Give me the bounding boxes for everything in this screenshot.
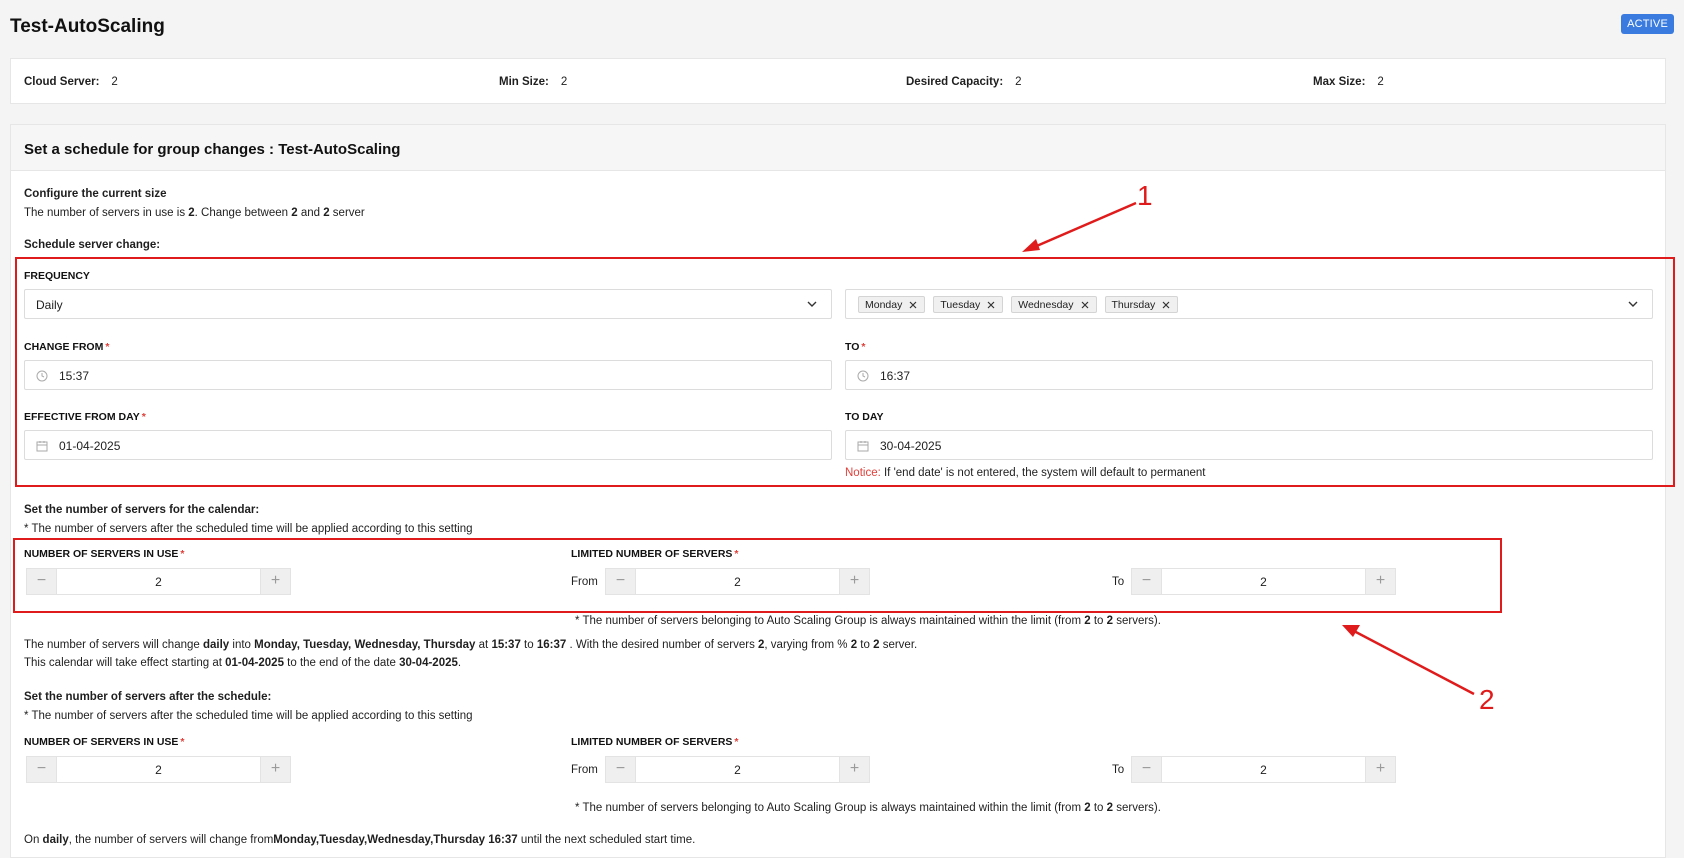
- calendar-note: * The number of servers after the schedu…: [24, 523, 473, 535]
- annotation-label-2: 2: [1479, 684, 1495, 715]
- increment-button[interactable]: +: [260, 756, 291, 783]
- decrement-button[interactable]: −: [26, 756, 57, 783]
- summary-desired-capacity: Desired Capacity: 2: [906, 76, 1022, 88]
- after-summary-line: On daily, the number of servers will cha…: [24, 834, 696, 846]
- after-in-use-label: NUMBER OF SERVERS IN USE *: [24, 736, 185, 748]
- annotation-box-1: [15, 257, 1675, 487]
- decrement-button[interactable]: −: [605, 756, 636, 783]
- after-from-label: From: [571, 764, 598, 776]
- configure-title: Configure the current size: [24, 188, 167, 200]
- after-to-stepper[interactable]: − 2 +: [1131, 756, 1396, 783]
- summary-min-size: Min Size: 2: [499, 76, 568, 88]
- annotation-label-1: 1: [1137, 180, 1153, 211]
- summary-card: Cloud Server: 2 Min Size: 2 Desired Capaci…: [10, 58, 1666, 104]
- annotation-box-2: [13, 538, 1502, 613]
- status-badge: ACTIVE: [1621, 14, 1674, 34]
- schedule-summary-line2: This calendar will take effect starting …: [24, 657, 462, 669]
- after-title: Set the number of servers after the sche…: [24, 691, 272, 703]
- stepper-value[interactable]: 2: [636, 756, 839, 783]
- schedule-label: Schedule server change:: [24, 239, 161, 251]
- after-note: * The number of servers after the schedu…: [24, 710, 473, 722]
- stepper-value[interactable]: 2: [1162, 756, 1365, 783]
- page-header: Test-AutoScaling ACTIVE: [10, 14, 1674, 44]
- schedule-card: Set a schedule for group changes : Test-…: [10, 124, 1666, 858]
- summary-cloud-server: Cloud Server: 2: [24, 76, 118, 88]
- after-limited-label: LIMITED NUMBER OF SERVERS *: [571, 736, 739, 748]
- calendar-limit-note: * The number of servers belonging to Aut…: [575, 615, 1161, 627]
- after-to-label: To: [1112, 764, 1125, 776]
- calendar-title: Set the number of servers for the calend…: [24, 504, 260, 516]
- schedule-summary-line1: The number of servers will change daily …: [24, 639, 918, 651]
- after-limit-note: * The number of servers belonging to Aut…: [575, 802, 1161, 814]
- summary-max-size: Max Size: 2: [1313, 76, 1384, 88]
- after-from-stepper[interactable]: − 2 +: [605, 756, 870, 783]
- increment-button[interactable]: +: [839, 756, 870, 783]
- page-title: Test-AutoScaling: [10, 16, 165, 37]
- configure-desc: The number of servers in use is 2. Chang…: [24, 207, 365, 219]
- schedule-card-title: Set a schedule for group changes : Test-…: [11, 125, 1665, 171]
- increment-button[interactable]: +: [1365, 756, 1396, 783]
- decrement-button[interactable]: −: [1131, 756, 1162, 783]
- stepper-value[interactable]: 2: [57, 756, 260, 783]
- after-in-use-stepper[interactable]: − 2 +: [26, 756, 291, 783]
